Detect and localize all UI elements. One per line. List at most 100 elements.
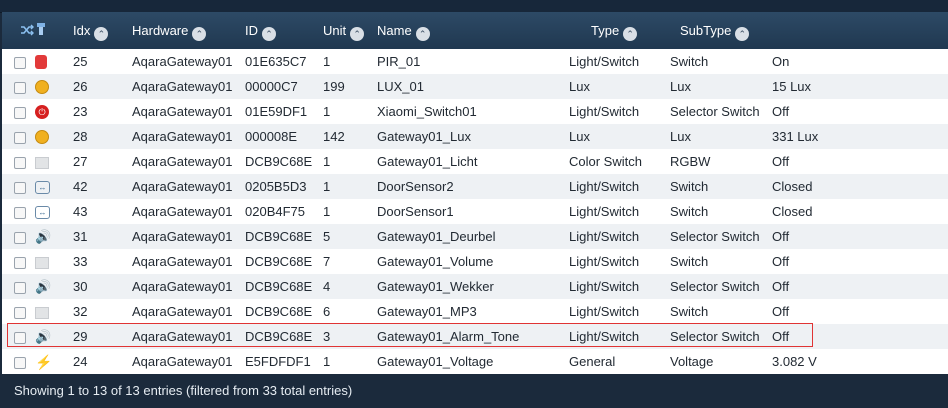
filter-header[interactable] [28,12,73,49]
row-checkbox[interactable] [14,81,26,94]
cell-status: Off [772,279,790,294]
sort-icon[interactable]: ⌃ [623,26,638,41]
row-checkbox-cell[interactable] [2,174,28,199]
row-checkbox[interactable] [14,181,26,194]
rgb-light-icon[interactable] [35,256,49,269]
row-checkbox[interactable] [14,306,26,319]
sort-icon[interactable]: ⌃ [350,26,365,41]
row-checkbox[interactable] [14,256,26,269]
lux-bulb-icon[interactable] [35,80,49,95]
speaker-icon[interactable]: 🔊 [35,280,51,294]
sort-icon[interactable]: ⌃ [735,26,750,41]
row-checkbox[interactable] [14,356,26,369]
cell-type: Color Switch [569,154,642,169]
table-row[interactable]: 26 AqaraGateway01 00000C7 199 LUX_01 Lux Lux 15… [2,74,948,99]
cell-idx: 42 [73,179,88,194]
cell-hardware: AqaraGateway01 [132,104,233,119]
row-checkbox-cell[interactable] [2,199,28,224]
cell-name: LUX_01 [377,79,424,94]
door-sensor-icon[interactable]: ↔ [35,206,50,220]
cell-id: 0205B5D3 [245,179,307,194]
cell-id: 01E635C7 [245,54,307,69]
voltage-icon[interactable]: ⚡ [35,355,52,369]
row-checkbox-cell[interactable] [2,74,28,99]
rgb-light-icon[interactable] [35,156,49,169]
column-header-status [772,12,948,49]
row-checkbox[interactable] [14,331,26,344]
row-checkbox[interactable] [14,206,26,219]
power-switch-icon[interactable]: ⏻ [35,105,49,120]
row-checkbox-cell[interactable] [2,49,28,74]
cell-id: E5FDFDF1 [245,354,311,369]
row-checkbox[interactable] [14,281,26,294]
table-row[interactable]: 🔊 29 AqaraGateway01 DCB9C68E 3 Gateway01_Alar… [2,324,948,349]
row-checkbox-cell[interactable] [2,274,28,299]
row-icon-cell [28,299,73,324]
lux-bulb-icon[interactable] [35,130,49,145]
table-row[interactable]: 25 AqaraGateway01 01E635C7 1 PIR_01 Light/Swi… [2,49,948,74]
door-sensor-icon[interactable]: ↔ [35,181,50,195]
column-label-subtype: SubType [680,23,732,38]
select-all-header[interactable] [2,12,34,49]
table-row[interactable]: ⚡ 24 AqaraGateway01 E5FDFDF1 1 Gateway01_Volt… [2,349,948,374]
row-checkbox[interactable] [14,56,26,69]
cell-name: Gateway01_Voltage [377,354,494,369]
table-row[interactable]: ⏻ 23 AqaraGateway01 01E59DF1 1 Xiaomi_Switch0… [2,99,948,124]
table-row[interactable]: ↔ 43 AqaraGateway01 020B4F75 1 DoorSensor1 Lig… [2,199,948,224]
row-icon-cell [28,49,73,74]
cell-name: Gateway01_Lux [377,129,471,144]
cell-status: Closed [772,179,813,194]
cell-type: Light/Switch [569,104,640,119]
cell-id: DCB9C68E [245,304,313,319]
speaker-icon[interactable]: 🔊 [35,230,51,244]
row-checkbox-cell[interactable] [2,299,28,324]
table-row[interactable]: ↔ 42 AqaraGateway01 0205B5D3 1 DoorSensor2 Lig… [2,174,948,199]
row-checkbox-cell[interactable] [2,224,28,249]
row-checkbox-cell[interactable] [2,249,28,274]
row-checkbox[interactable] [14,231,26,244]
table-body: 25 AqaraGateway01 01E635C7 1 PIR_01 Light/Swi… [2,49,948,374]
table-row[interactable]: 33 AqaraGateway01 DCB9C68E 7 Gateway01_Volum… [2,249,948,274]
cell-name: DoorSensor1 [377,204,454,219]
cell-unit: 199 [323,79,345,94]
column-header-subtype[interactable]: SubType ⌃ [670,12,772,49]
table-row[interactable]: 🔊 30 AqaraGateway01 DCB9C68E 4 Gateway01_Wekk… [2,274,948,299]
column-header-id[interactable]: ID ⌃ [245,12,323,49]
cell-name: DoorSensor2 [377,179,454,194]
cell-idx: 26 [73,79,88,94]
column-header-idx[interactable]: Idx ⌃ [73,12,132,49]
table-row[interactable]: 27 AqaraGateway01 DCB9C68E 1 Gateway01_Licht… [2,149,948,174]
column-header-unit[interactable]: Unit ⌃ [323,12,377,49]
row-checkbox[interactable] [14,156,26,169]
cell-idx: 25 [73,54,88,69]
column-header-hardware[interactable]: Hardware ⌃ [132,12,245,49]
row-checkbox-cell[interactable] [2,99,28,124]
row-checkbox-cell[interactable] [2,149,28,174]
column-header-type[interactable]: Type ⌃ [569,12,670,49]
row-checkbox[interactable] [14,106,26,119]
sort-icon[interactable]: ⌃ [415,26,430,41]
table-row[interactable]: 32 AqaraGateway01 DCB9C68E 6 Gateway01_MP3 Li… [2,299,948,324]
sort-icon[interactable]: ⌃ [94,26,109,41]
sort-icon[interactable]: ⌃ [262,26,276,41]
row-checkbox-cell[interactable] [2,349,28,374]
cell-subtype: Selector Switch [670,229,760,244]
cell-unit: 1 [323,204,331,219]
speaker-icon[interactable]: 🔊 [35,330,51,344]
row-checkbox-cell[interactable] [2,124,28,149]
cell-type: Lux [569,129,590,144]
cell-subtype: Selector Switch [670,104,760,119]
filter-icon[interactable] [36,22,46,39]
table-row[interactable]: 🔊 31 AqaraGateway01 DCB9C68E 5 Gateway01_Deur… [2,224,948,249]
rgb-light-icon[interactable] [35,306,49,319]
table-row[interactable]: 28 AqaraGateway01 000008E 142 Gateway01_Lux L… [2,124,948,149]
column-header-name[interactable]: Name ⌃ [377,12,569,49]
cell-unit: 1 [323,54,331,69]
row-checkbox-cell[interactable] [2,324,28,349]
row-checkbox[interactable] [14,131,26,144]
sort-icon[interactable]: ⌃ [192,26,207,41]
row-icon-cell [28,124,73,149]
cell-unit: 4 [323,279,331,294]
cell-hardware: AqaraGateway01 [132,129,233,144]
motion-sensor-icon[interactable] [35,55,47,70]
